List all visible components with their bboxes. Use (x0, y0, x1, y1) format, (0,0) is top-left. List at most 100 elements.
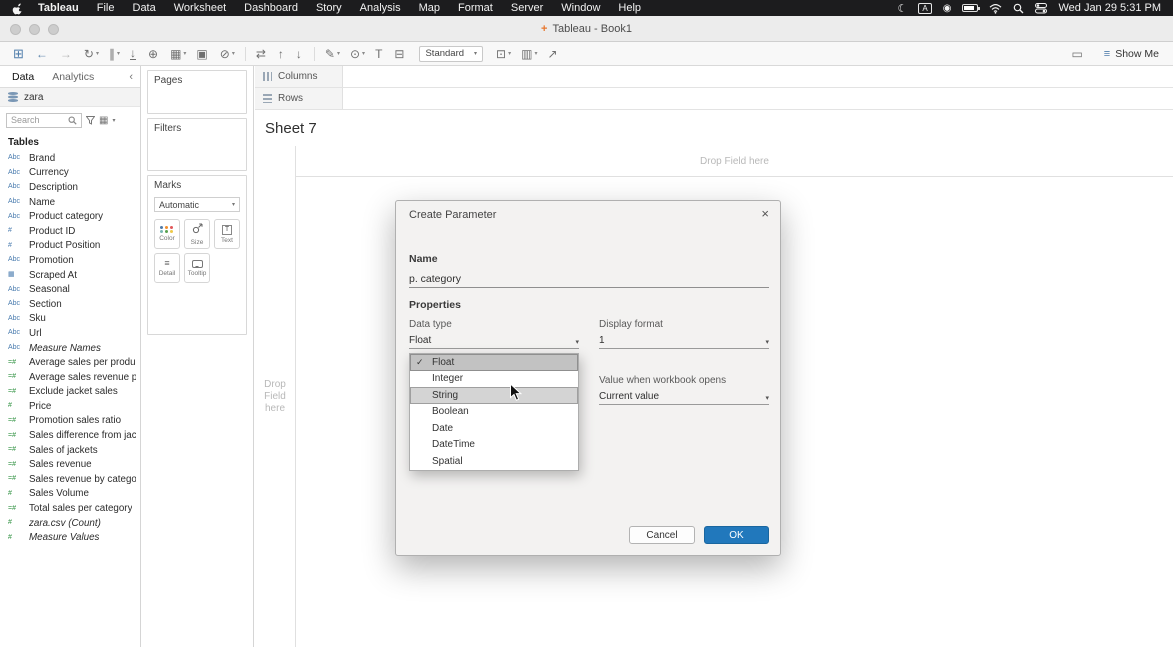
highlight-icon[interactable]: ✎ ▾ (320, 48, 345, 60)
fit-mode-select[interactable]: Standard ▾ (419, 45, 484, 62)
data-type-option[interactable]: String (410, 387, 578, 404)
tableau-logo-icon[interactable]: ⊞ (8, 47, 31, 60)
color-button[interactable]: Color (154, 219, 180, 249)
menu-item[interactable]: Data (124, 2, 165, 14)
data-type-option[interactable]: Date (410, 420, 578, 437)
battery-icon[interactable] (962, 4, 981, 12)
menu-item[interactable]: Dashboard (235, 2, 307, 14)
field-row[interactable]: Abc Brand (0, 151, 140, 166)
menu-item[interactable]: Analysis (351, 2, 410, 14)
field-row[interactable]: Abc Sku (0, 312, 140, 327)
field-row[interactable]: =# Exclude jacket sales (0, 385, 140, 400)
menu-item[interactable]: File (88, 2, 124, 14)
new-data-source-icon[interactable]: ⊕ (143, 48, 165, 60)
data-type-option[interactable]: Spatial (410, 453, 578, 470)
field-row[interactable]: # Product ID (0, 224, 140, 239)
rows-shelf-area[interactable] (343, 88, 1173, 109)
close-icon[interactable]: × (761, 206, 769, 221)
field-row[interactable]: =# Sales difference from jack... (0, 428, 140, 443)
value-when-workbook-opens-select[interactable]: Current value ▾ (599, 389, 769, 405)
field-row[interactable]: ▦ Scraped At (0, 268, 140, 283)
field-row[interactable]: # Sales Volume (0, 487, 140, 502)
data-type-option[interactable]: Integer (410, 371, 578, 388)
menubar-clock[interactable]: Wed Jan 29 5:31 PM (1058, 2, 1161, 14)
new-worksheet-icon[interactable]: ▦ ▾ (165, 48, 191, 60)
text-button[interactable]: T Text (214, 219, 240, 249)
field-row[interactable]: =# Average sales revenue per... (0, 370, 140, 385)
swap-rows-columns-icon[interactable]: ⇄ (251, 48, 273, 60)
spotlight-search-icon[interactable] (1013, 3, 1024, 14)
ok-button[interactable]: OK (704, 526, 769, 544)
filter-fields-icon[interactable] (86, 115, 95, 125)
field-row[interactable]: # Price (0, 399, 140, 414)
redo-icon[interactable]: → (55, 48, 79, 60)
tooltip-button[interactable]: Tooltip (184, 253, 210, 283)
window-minimize-button[interactable] (29, 24, 40, 35)
fit-selector-icon[interactable]: ⊡ ▾ (491, 48, 516, 60)
columns-shelf-area[interactable] (343, 66, 1173, 87)
field-row[interactable]: # zara.csv (Count) (0, 516, 140, 531)
field-row[interactable]: Abc Url (0, 326, 140, 341)
control-center-icon[interactable] (1035, 2, 1048, 14)
size-button[interactable]: Size (184, 219, 210, 249)
sort-ascending-icon[interactable]: ↑ (273, 48, 291, 60)
parameter-name-input[interactable]: p. category (409, 271, 769, 288)
screen-record-icon[interactable]: ◉ (943, 3, 952, 14)
menu-item[interactable]: Server (502, 2, 552, 14)
filters-shelf[interactable]: Filters (147, 118, 247, 171)
refresh-data-source-icon[interactable]: ↻ ▾ (79, 48, 104, 60)
field-row[interactable]: # Measure Values (0, 530, 140, 545)
pause-auto-updates-icon[interactable]: ∥ ▾ (104, 48, 125, 60)
field-row[interactable]: =# Total sales per category (0, 501, 140, 516)
tab-data[interactable]: Data (0, 71, 46, 83)
field-row[interactable]: Abc Promotion (0, 253, 140, 268)
rows-shelf[interactable]: Rows (255, 88, 1173, 110)
undo-icon[interactable]: ← (31, 48, 55, 60)
clear-sheet-icon[interactable]: ⊘ ▾ (215, 48, 240, 60)
view-as-grid-icon[interactable]: ▦ (99, 115, 108, 126)
menu-item[interactable]: Window (552, 2, 609, 14)
window-close-button[interactable] (10, 24, 21, 35)
cancel-button[interactable]: Cancel (629, 526, 695, 544)
field-row[interactable]: =# Sales of jackets (0, 443, 140, 458)
sort-descending-icon[interactable]: ↓ (291, 48, 309, 60)
field-row[interactable]: Abc Currency (0, 166, 140, 181)
field-row[interactable]: # Product Position (0, 239, 140, 254)
focus-mode-icon[interactable]: ☾ (898, 2, 908, 15)
field-row[interactable]: Abc Name (0, 195, 140, 210)
field-row[interactable]: =# Sales revenue (0, 457, 140, 472)
columns-shelf[interactable]: Columns (255, 66, 1173, 88)
collapse-pane-icon[interactable]: ‹ (122, 71, 140, 83)
menu-item[interactable]: Help (609, 2, 650, 14)
field-row[interactable]: Abc Seasonal (0, 282, 140, 297)
share-workbook-icon[interactable]: ↗ (542, 48, 564, 60)
toolbar-separator[interactable] (313, 46, 315, 61)
save-icon[interactable]: ↓ (125, 47, 143, 60)
menu-item[interactable]: Worksheet (165, 2, 235, 14)
data-type-select[interactable]: Float ▾ (409, 333, 579, 349)
show-mark-labels-icon[interactable]: T (370, 48, 389, 60)
show-me-button[interactable]: ≡ Show Me (1104, 48, 1159, 60)
fix-axes-icon[interactable]: ⊟ (389, 48, 411, 60)
columns-drop-zone[interactable]: Drop Field here (296, 146, 1173, 177)
toolbar-separator[interactable] (244, 46, 246, 61)
display-format-select[interactable]: 1 ▾ (599, 333, 769, 349)
data-type-option[interactable]: DateTime (410, 437, 578, 454)
search-input[interactable]: Search (6, 112, 82, 128)
field-row[interactable]: =# Average sales per product (0, 355, 140, 370)
data-source-row[interactable]: zara (0, 88, 140, 107)
field-row[interactable]: =# Sales revenue by category (0, 472, 140, 487)
apple-menu-icon[interactable] (12, 2, 23, 15)
tab-analytics[interactable]: Analytics (46, 71, 100, 83)
show-hide-cards-icon[interactable]: ▥ ▾ (516, 48, 542, 60)
rows-drop-zone[interactable]: Drop Field here (255, 146, 296, 647)
field-row[interactable]: =# Promotion sales ratio (0, 414, 140, 429)
chevron-down-icon[interactable]: ▾ (112, 117, 115, 124)
input-source-icon[interactable]: A (918, 2, 932, 14)
menu-item[interactable]: Story (307, 2, 351, 14)
field-row[interactable]: Abc Section (0, 297, 140, 312)
wifi-icon[interactable] (989, 3, 1002, 14)
field-row[interactable]: Abc Measure Names (0, 341, 140, 356)
duplicate-sheet-icon[interactable]: ▣ (191, 48, 214, 60)
field-row[interactable]: Abc Product category (0, 209, 140, 224)
